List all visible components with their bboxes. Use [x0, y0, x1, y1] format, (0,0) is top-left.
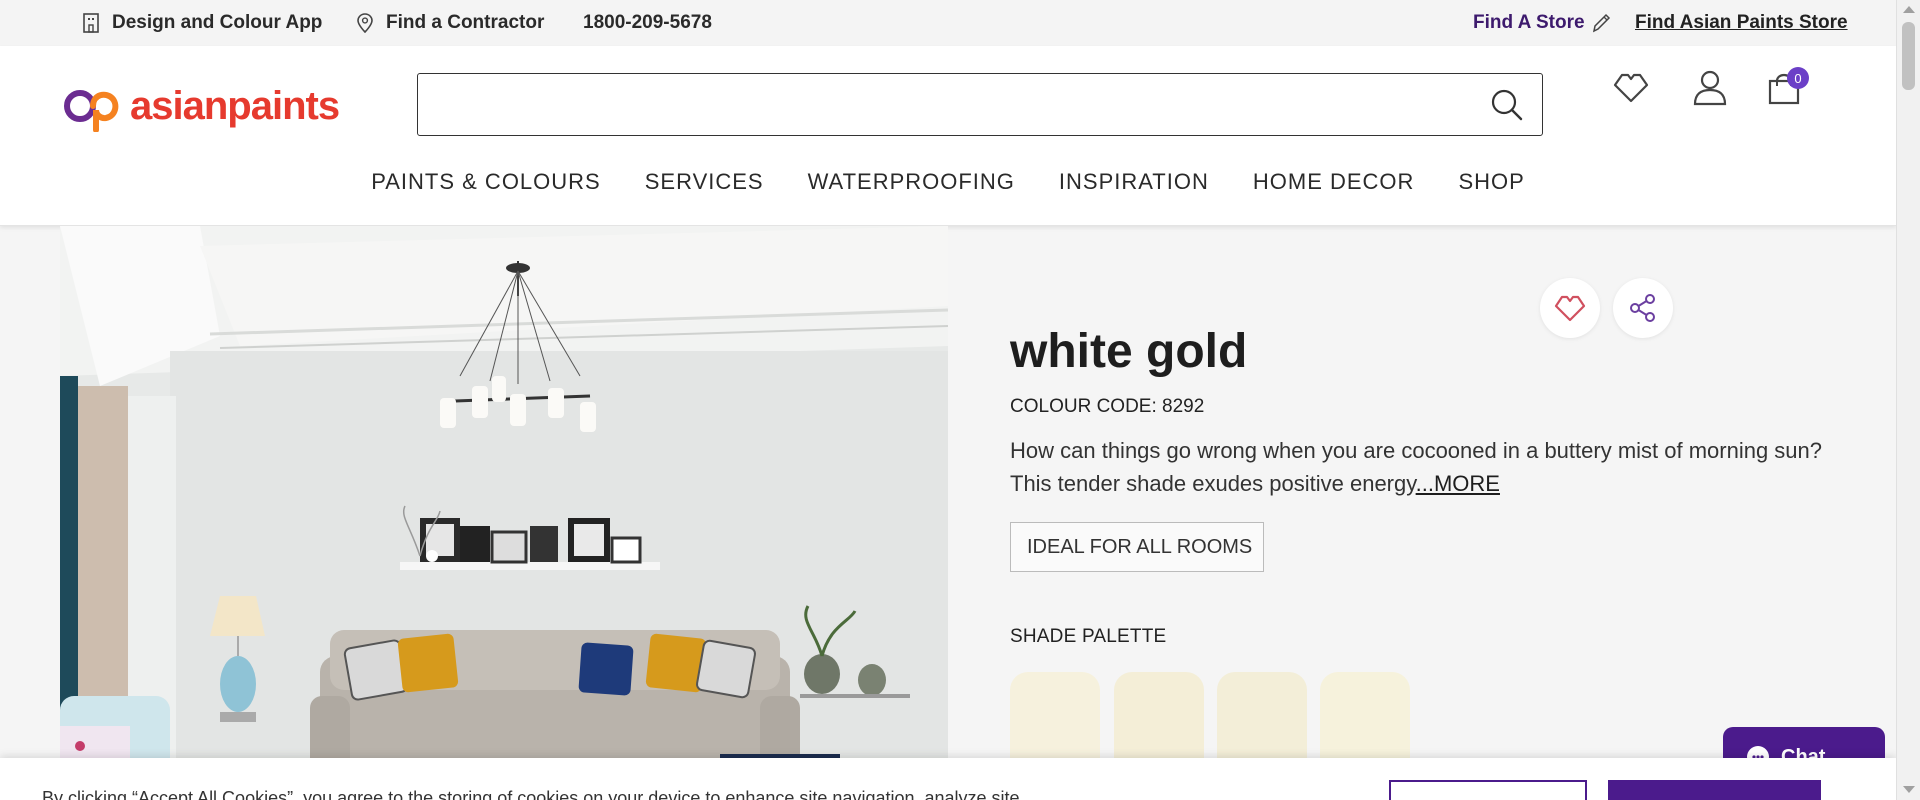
- cookie-text: By clicking “Accept All Cookies”, you ag…: [42, 788, 1020, 800]
- find-ap-store-label: Find Asian Paints Store: [1635, 12, 1848, 33]
- logo-text: asianpaints: [130, 83, 340, 128]
- scroll-down-icon[interactable]: [1903, 786, 1915, 793]
- page-scrollbar[interactable]: [1896, 0, 1920, 800]
- ideal-for-chip: IDEAL FOR ALL ROOMS: [1010, 522, 1264, 572]
- search-icon[interactable]: [1490, 88, 1524, 122]
- nav-item-services[interactable]: SERVICES: [623, 170, 786, 220]
- scroll-up-icon[interactable]: [1903, 6, 1915, 13]
- nav-item-home-decor[interactable]: HOME DECOR: [1231, 170, 1437, 220]
- wishlist-icon[interactable]: [1611, 70, 1651, 104]
- shade-palette-label: SHADE PALETTE: [1010, 626, 1167, 647]
- nav-item-paints-colours[interactable]: PAINTS & COLOURS: [349, 170, 623, 220]
- logo-mark-icon: [64, 90, 119, 132]
- nav-item-shop[interactable]: SHOP: [1436, 170, 1546, 220]
- shade-description: How can things go wrong when you are coc…: [1010, 434, 1830, 500]
- cookie-banner: By clicking “Accept All Cookies”, you ag…: [0, 758, 1896, 800]
- location-pin-icon: [357, 13, 373, 33]
- colour-code: COLOUR CODE: 8292: [1010, 396, 1205, 417]
- shade-name: white gold: [1010, 325, 1248, 378]
- accept-all-cookies-button[interactable]: [1608, 780, 1821, 800]
- phone-number[interactable]: 1800-209-5678: [583, 0, 712, 46]
- find-a-store-label: Find A Store: [1473, 12, 1585, 33]
- main-nav: PAINTS & COLOURS SERVICES WATERPROOFING …: [0, 170, 1896, 220]
- logo[interactable]: asianpaints: [60, 80, 340, 132]
- design-app-label: Design and Colour App: [112, 12, 323, 33]
- cookie-settings-button[interactable]: [1389, 780, 1587, 800]
- phone-label: 1800-209-5678: [583, 12, 712, 33]
- more-link[interactable]: ...MORE: [1416, 471, 1500, 496]
- search-input[interactable]: [434, 74, 1474, 132]
- utility-bar: Design and Colour App Find a Contractor …: [0, 0, 1896, 46]
- share-icon: [1630, 294, 1655, 322]
- find-asian-paints-store-link[interactable]: Find Asian Paints Store: [1635, 0, 1848, 46]
- design-app-link[interactable]: Design and Colour App: [82, 0, 322, 46]
- cart-count-badge: 0: [1787, 67, 1809, 89]
- find-a-store-link[interactable]: Find A Store: [1473, 0, 1611, 46]
- heart-icon: [1554, 295, 1586, 322]
- room-preview-image: [60, 226, 948, 800]
- nav-item-waterproofing[interactable]: WATERPROOFING: [786, 170, 1037, 220]
- user-icon[interactable]: [1691, 68, 1729, 106]
- share-button[interactable]: [1613, 278, 1673, 338]
- pencil-icon: [1592, 13, 1610, 33]
- living-room-illustration: [60, 226, 948, 800]
- search-bar[interactable]: [417, 73, 1543, 136]
- nav-item-inspiration[interactable]: INSPIRATION: [1037, 170, 1231, 220]
- find-contractor-label: Find a Contractor: [386, 12, 545, 33]
- building-icon: [83, 13, 99, 33]
- site-header: asianpaints 0 PAINTS & COLOURS SERVICES …: [0, 46, 1896, 226]
- favourite-button[interactable]: [1540, 278, 1600, 338]
- product-detail: white gold COLOUR CODE: 8292 How can thi…: [1010, 226, 1890, 800]
- find-contractor-link[interactable]: Find a Contractor: [356, 0, 544, 46]
- scrollbar-thumb[interactable]: [1902, 22, 1915, 90]
